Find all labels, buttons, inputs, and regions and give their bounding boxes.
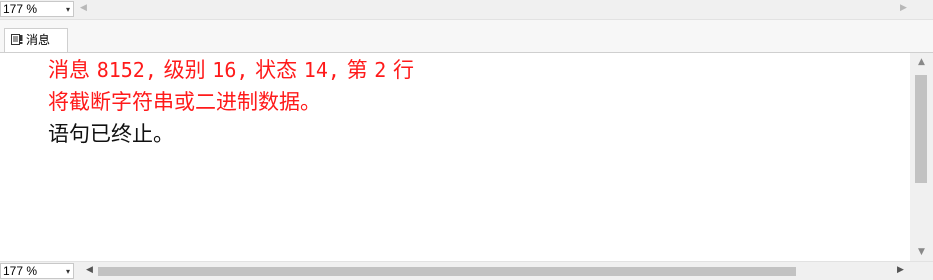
top-toolbar: 177 % ▾ ◀ ▶: [0, 0, 933, 20]
scroll-right-icon[interactable]: ▶: [897, 265, 904, 275]
scrollbar-corner: [910, 262, 933, 280]
vertical-scroll-thumb[interactable]: [915, 75, 927, 183]
statement-terminated-line: 语句已终止。: [48, 122, 174, 146]
tab-messages-label: 消息: [26, 33, 51, 47]
row-label-prefix: 第: [346, 58, 368, 82]
zoom-select-top[interactable]: 177 % ▾: [0, 1, 74, 17]
messages-icon: [11, 34, 23, 45]
results-tab-strip: 消息: [0, 20, 933, 53]
row-value: 2: [374, 58, 387, 82]
state-value: 14,: [303, 58, 340, 82]
zoom-value: 177 %: [3, 2, 38, 16]
scroll-down-icon[interactable]: ▼: [910, 247, 933, 257]
zoom-value: 177 %: [3, 264, 38, 278]
error-header-line: 消息 8152, 级别 16, 状态 14, 第 2 行: [48, 56, 414, 84]
row-label-suffix: 行: [393, 58, 415, 82]
scroll-right-icon[interactable]: ▶: [900, 3, 907, 13]
vertical-scrollbar[interactable]: ▲ ▼: [910, 53, 933, 261]
scroll-left-icon[interactable]: ◀: [80, 3, 87, 13]
messages-pane[interactable]: 消息 8152, 级别 16, 状态 14, 第 2 行 将截断字符串或二进制数…: [0, 53, 910, 261]
error-detail-line: 将截断字符串或二进制数据。: [48, 90, 321, 114]
scroll-up-icon[interactable]: ▲: [910, 57, 933, 67]
messages-window: 177 % ▾ ◀ ▶ 消息 消息 8152, 级别 16, 状态 14, 第 …: [0, 0, 933, 280]
msg-label: 消息: [48, 58, 90, 82]
level-label: 级别: [163, 58, 206, 82]
msg-code: 8152,: [96, 58, 157, 82]
bottom-toolbar: 177 % ▾ ◀ ▶: [0, 261, 933, 280]
level-value: 16,: [212, 58, 249, 82]
tab-messages[interactable]: 消息: [4, 28, 68, 52]
state-label: 状态: [255, 58, 298, 82]
chevron-down-icon: ▾: [65, 267, 70, 276]
zoom-select-bottom[interactable]: 177 % ▾: [0, 263, 74, 279]
horizontal-scroll-thumb[interactable]: [98, 267, 796, 276]
scroll-left-icon[interactable]: ◀: [86, 265, 93, 275]
chevron-down-icon: ▾: [65, 5, 70, 14]
